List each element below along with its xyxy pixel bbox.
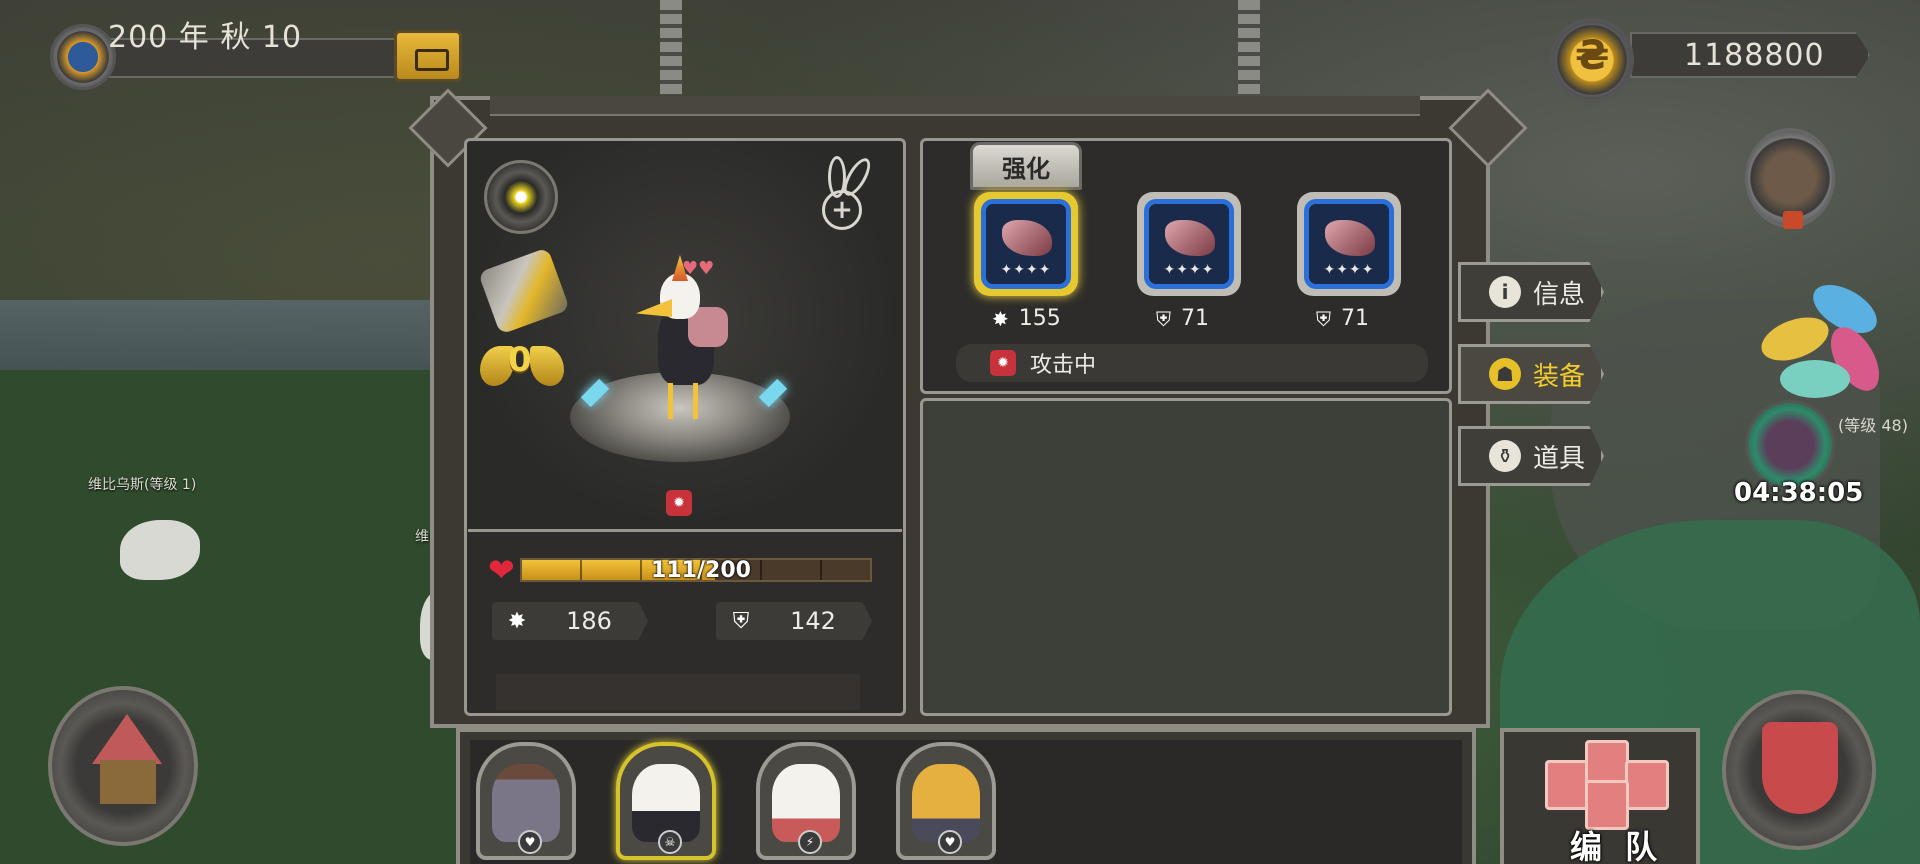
gold-coin-icon (1550, 18, 1634, 102)
giant-flower (1755, 275, 1910, 410)
item-icon: ⚱ (1489, 440, 1521, 472)
skull-role-icon: ☠ (658, 830, 682, 854)
player-avatar-icon[interactable] (1745, 128, 1835, 229)
equip-stat-1: ✸ 155 (992, 306, 1061, 331)
attack-status-icon: ✹ (666, 490, 692, 516)
affection-hearts-icon: ♥♥ (682, 258, 715, 279)
lightning-role-icon: ⚡ (798, 830, 822, 854)
tab-info-label: 信息 (1533, 279, 1586, 310)
equip-stat-2: ⛨ 71 (1156, 306, 1209, 331)
status-text: 攻击中 (1030, 353, 1097, 378)
attack-icon: ✸ (992, 306, 1009, 331)
attack-status-icon: ✹ (990, 350, 1016, 376)
hero-card-leopard[interactable]: ♥ (896, 742, 996, 860)
equip-stars: ✦✦✦✦ (1323, 262, 1375, 278)
season-moon-icon (50, 24, 116, 90)
hero-card-rhino[interactable]: ♥ (476, 742, 576, 860)
hp-text: 111/200 (651, 558, 751, 583)
accessory-icon (1325, 220, 1375, 256)
info-icon: i (1489, 276, 1521, 308)
add-pet-button[interactable]: + (818, 154, 882, 230)
weapon-icon (1002, 220, 1052, 256)
attack-icon: ✸ (507, 608, 527, 634)
status-bar: ✹ 攻击中 (956, 344, 1428, 382)
attack-value: 186 (566, 607, 612, 635)
hanging-chain-left (660, 0, 682, 95)
attack-stat: ✸ 186 (492, 602, 648, 640)
equipment-slot-1[interactable]: ✦✦✦✦ (974, 192, 1078, 296)
town-building-button[interactable] (48, 686, 198, 846)
heart-role-icon: ♥ (938, 830, 962, 854)
equipment-slot-3[interactable]: ✦✦✦✦ (1297, 192, 1401, 296)
heart-icon: ❤ (488, 551, 515, 589)
equip-stat-value: 71 (1181, 306, 1209, 331)
equipment-slot-2[interactable]: ✦✦✦✦ (1137, 192, 1241, 296)
npc-left-name-label: 维比乌斯(等级 1) (88, 477, 197, 493)
tab-equipment[interactable]: ☗ 装备 (1458, 344, 1604, 404)
hero-card-polar-bear[interactable]: ⚡ (756, 742, 856, 860)
armor-icon (1165, 220, 1215, 256)
defense-stat: ⛨ 142 (716, 602, 872, 640)
tab-equipment-label: 装备 (1533, 361, 1586, 392)
defense-icon: ⛨ (1156, 306, 1171, 331)
enhance-tab[interactable]: 强化 (970, 142, 1082, 190)
tab-items-label: 道具 (1533, 443, 1586, 474)
boss-level-label: (等级 48) (1838, 416, 1908, 435)
equip-stat-value: 71 (1341, 306, 1369, 331)
equip-stars: ✦✦✦✦ (1000, 262, 1052, 278)
npc-creature-left[interactable] (120, 520, 200, 580)
tab-items[interactable]: ⚱ 道具 (1458, 426, 1604, 486)
equip-stat-value: 155 (1018, 306, 1061, 331)
boss-timer: 04:38:05 (1734, 478, 1864, 508)
defense-value: 142 (790, 607, 836, 635)
hero-bird-sprite[interactable] (628, 255, 738, 425)
defense-icon: ⛨ (732, 608, 750, 634)
equipment-detail-area (920, 398, 1452, 716)
empty-slot-bar (496, 674, 860, 710)
defense-icon: ⛨ (1316, 306, 1331, 331)
coin-amount: 1188800 (1684, 38, 1825, 73)
tab-info[interactable]: i 信息 (1458, 262, 1604, 322)
element-badge-icon[interactable] (484, 160, 558, 234)
equip-stars: ✦✦✦✦ (1163, 262, 1215, 278)
equip-stat-3: ⛨ 71 (1316, 306, 1369, 331)
calendar-button[interactable] (394, 30, 462, 82)
formation-label: 编 队 (1570, 828, 1664, 864)
date-text: 200 年 秋 10 (108, 20, 303, 55)
hero-card-bird[interactable]: ☠ (616, 742, 716, 860)
guild-shield-button[interactable] (1722, 690, 1876, 850)
rank-number: 0 (508, 340, 532, 380)
boss-portrait-icon[interactable] (1745, 400, 1835, 490)
equipment-icon: ☗ (1489, 358, 1521, 390)
plus-icon: + (822, 190, 862, 230)
hanging-chain-right (1238, 0, 1260, 95)
heart-role-icon: ♥ (518, 830, 542, 854)
